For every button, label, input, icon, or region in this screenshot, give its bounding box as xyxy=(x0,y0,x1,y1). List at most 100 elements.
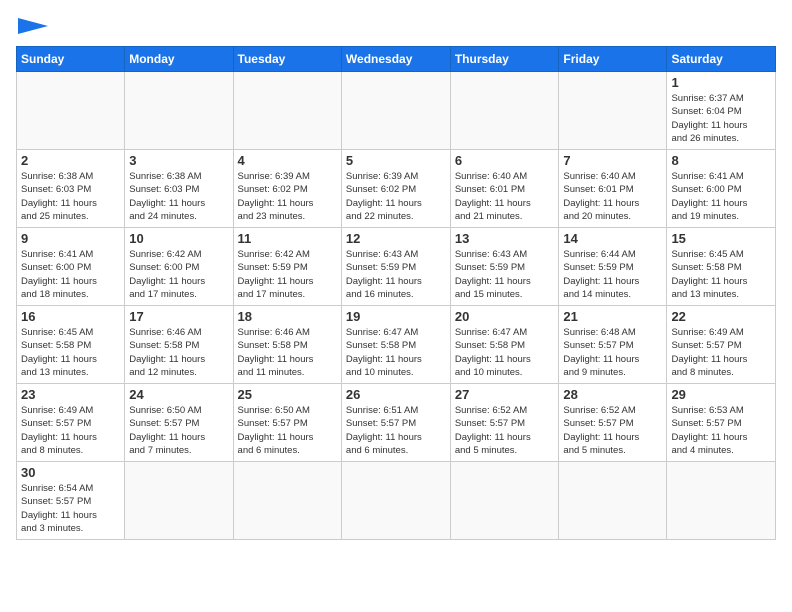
header-cell-friday: Friday xyxy=(559,47,667,72)
day-number: 19 xyxy=(346,309,446,324)
day-number: 5 xyxy=(346,153,446,168)
day-cell xyxy=(341,462,450,540)
day-info: Sunrise: 6:43 AM Sunset: 5:59 PM Dayligh… xyxy=(346,248,446,301)
day-cell xyxy=(341,72,450,150)
day-info: Sunrise: 6:54 AM Sunset: 5:57 PM Dayligh… xyxy=(21,482,120,535)
day-cell: 30Sunrise: 6:54 AM Sunset: 5:57 PM Dayli… xyxy=(17,462,125,540)
day-number: 21 xyxy=(563,309,662,324)
day-info: Sunrise: 6:42 AM Sunset: 5:59 PM Dayligh… xyxy=(238,248,337,301)
day-cell: 28Sunrise: 6:52 AM Sunset: 5:57 PM Dayli… xyxy=(559,384,667,462)
day-cell: 19 Sunrise: 6:47 AM Sunset: 5:58 PM Dayli… xyxy=(341,306,450,384)
day-cell: 16Sunrise: 6:45 AM Sunset: 5:58 PM Dayli… xyxy=(17,306,125,384)
header-row: SundayMondayTuesdayWednesdayThursdayFrid… xyxy=(17,47,776,72)
day-cell: 23 Sunrise: 6:49 AM Sunset: 5:57 PM Dayli… xyxy=(17,384,125,462)
calendar-body: 1Sunrise: 6:37 AM Sunset: 6:04 PM Daylig… xyxy=(17,72,776,540)
day-info: Sunrise: 6:52 AM Sunset: 5:57 PM Dayligh… xyxy=(455,404,555,457)
day-cell xyxy=(450,72,559,150)
day-cell: 14 Sunrise: 6:44 AM Sunset: 5:59 PM Dayli… xyxy=(559,228,667,306)
day-number: 25 xyxy=(238,387,337,402)
day-info: Sunrise: 6:47 AM Sunset: 5:58 PM Dayligh… xyxy=(346,326,446,379)
header-cell-thursday: Thursday xyxy=(450,47,559,72)
day-cell: 26 Sunrise: 6:51 AM Sunset: 5:57 PM Dayli… xyxy=(341,384,450,462)
header-cell-wednesday: Wednesday xyxy=(341,47,450,72)
header-cell-tuesday: Tuesday xyxy=(233,47,341,72)
week-row-1: 1Sunrise: 6:37 AM Sunset: 6:04 PM Daylig… xyxy=(17,72,776,150)
day-cell: 10 Sunrise: 6:42 AM Sunset: 6:00 PM Dayli… xyxy=(125,228,233,306)
day-cell xyxy=(125,72,233,150)
day-info: Sunrise: 6:45 AM Sunset: 5:58 PM Dayligh… xyxy=(671,248,771,301)
day-info: Sunrise: 6:38 AM Sunset: 6:03 PM Dayligh… xyxy=(129,170,228,223)
day-cell xyxy=(17,72,125,150)
day-cell: 25 Sunrise: 6:50 AM Sunset: 5:57 PM Dayli… xyxy=(233,384,341,462)
day-info: Sunrise: 6:46 AM Sunset: 5:58 PM Dayligh… xyxy=(129,326,228,379)
day-number: 14 xyxy=(563,231,662,246)
day-cell: 21 Sunrise: 6:48 AM Sunset: 5:57 PM Dayli… xyxy=(559,306,667,384)
day-cell: 17 Sunrise: 6:46 AM Sunset: 5:58 PM Dayli… xyxy=(125,306,233,384)
day-cell: 6 Sunrise: 6:40 AM Sunset: 6:01 PM Daylig… xyxy=(450,150,559,228)
header-cell-monday: Monday xyxy=(125,47,233,72)
week-row-4: 16Sunrise: 6:45 AM Sunset: 5:58 PM Dayli… xyxy=(17,306,776,384)
day-cell: 3 Sunrise: 6:38 AM Sunset: 6:03 PM Daylig… xyxy=(125,150,233,228)
day-info: Sunrise: 6:41 AM Sunset: 6:00 PM Dayligh… xyxy=(21,248,120,301)
day-cell: 20Sunrise: 6:47 AM Sunset: 5:58 PM Dayli… xyxy=(450,306,559,384)
day-number: 24 xyxy=(129,387,228,402)
week-row-5: 23 Sunrise: 6:49 AM Sunset: 5:57 PM Dayli… xyxy=(17,384,776,462)
day-number: 12 xyxy=(346,231,446,246)
page-header xyxy=(16,16,776,34)
day-info: Sunrise: 6:52 AM Sunset: 5:57 PM Dayligh… xyxy=(563,404,662,457)
day-cell xyxy=(559,72,667,150)
day-cell: 22 Sunrise: 6:49 AM Sunset: 5:57 PM Dayli… xyxy=(667,306,776,384)
day-cell: 13Sunrise: 6:43 AM Sunset: 5:59 PM Dayli… xyxy=(450,228,559,306)
day-cell: 9Sunrise: 6:41 AM Sunset: 6:00 PM Daylig… xyxy=(17,228,125,306)
day-number: 6 xyxy=(455,153,555,168)
day-cell xyxy=(450,462,559,540)
day-number: 4 xyxy=(238,153,337,168)
day-info: Sunrise: 6:38 AM Sunset: 6:03 PM Dayligh… xyxy=(21,170,120,223)
day-cell: 15Sunrise: 6:45 AM Sunset: 5:58 PM Dayli… xyxy=(667,228,776,306)
day-number: 1 xyxy=(671,75,771,90)
day-cell xyxy=(233,462,341,540)
day-cell xyxy=(559,462,667,540)
day-number: 23 xyxy=(21,387,120,402)
day-cell: 2Sunrise: 6:38 AM Sunset: 6:03 PM Daylig… xyxy=(17,150,125,228)
day-cell xyxy=(233,72,341,150)
day-number: 7 xyxy=(563,153,662,168)
day-info: Sunrise: 6:43 AM Sunset: 5:59 PM Dayligh… xyxy=(455,248,555,301)
day-cell: 7 Sunrise: 6:40 AM Sunset: 6:01 PM Daylig… xyxy=(559,150,667,228)
day-info: Sunrise: 6:46 AM Sunset: 5:58 PM Dayligh… xyxy=(238,326,337,379)
day-number: 26 xyxy=(346,387,446,402)
day-number: 20 xyxy=(455,309,555,324)
week-row-6: 30Sunrise: 6:54 AM Sunset: 5:57 PM Dayli… xyxy=(17,462,776,540)
day-number: 3 xyxy=(129,153,228,168)
day-info: Sunrise: 6:39 AM Sunset: 6:02 PM Dayligh… xyxy=(238,170,337,223)
day-info: Sunrise: 6:50 AM Sunset: 5:57 PM Dayligh… xyxy=(129,404,228,457)
day-info: Sunrise: 6:50 AM Sunset: 5:57 PM Dayligh… xyxy=(238,404,337,457)
day-info: Sunrise: 6:45 AM Sunset: 5:58 PM Dayligh… xyxy=(21,326,120,379)
day-info: Sunrise: 6:42 AM Sunset: 6:00 PM Dayligh… xyxy=(129,248,228,301)
day-number: 27 xyxy=(455,387,555,402)
logo xyxy=(16,16,48,34)
day-info: Sunrise: 6:53 AM Sunset: 5:57 PM Dayligh… xyxy=(671,404,771,457)
day-cell: 11Sunrise: 6:42 AM Sunset: 5:59 PM Dayli… xyxy=(233,228,341,306)
day-number: 22 xyxy=(671,309,771,324)
day-cell: 8Sunrise: 6:41 AM Sunset: 6:00 PM Daylig… xyxy=(667,150,776,228)
day-number: 18 xyxy=(238,309,337,324)
day-number: 10 xyxy=(129,231,228,246)
calendar-header: SundayMondayTuesdayWednesdayThursdayFrid… xyxy=(17,47,776,72)
day-info: Sunrise: 6:40 AM Sunset: 6:01 PM Dayligh… xyxy=(455,170,555,223)
day-cell: 4 Sunrise: 6:39 AM Sunset: 6:02 PM Daylig… xyxy=(233,150,341,228)
day-info: Sunrise: 6:48 AM Sunset: 5:57 PM Dayligh… xyxy=(563,326,662,379)
day-cell: 18 Sunrise: 6:46 AM Sunset: 5:58 PM Dayli… xyxy=(233,306,341,384)
day-info: Sunrise: 6:44 AM Sunset: 5:59 PM Dayligh… xyxy=(563,248,662,301)
day-info: Sunrise: 6:41 AM Sunset: 6:00 PM Dayligh… xyxy=(671,170,771,223)
day-info: Sunrise: 6:40 AM Sunset: 6:01 PM Dayligh… xyxy=(563,170,662,223)
day-cell: 24 Sunrise: 6:50 AM Sunset: 5:57 PM Dayli… xyxy=(125,384,233,462)
day-info: Sunrise: 6:51 AM Sunset: 5:57 PM Dayligh… xyxy=(346,404,446,457)
day-info: Sunrise: 6:49 AM Sunset: 5:57 PM Dayligh… xyxy=(671,326,771,379)
day-cell xyxy=(667,462,776,540)
day-info: Sunrise: 6:49 AM Sunset: 5:57 PM Dayligh… xyxy=(21,404,120,457)
day-info: Sunrise: 6:39 AM Sunset: 6:02 PM Dayligh… xyxy=(346,170,446,223)
day-cell: 1Sunrise: 6:37 AM Sunset: 6:04 PM Daylig… xyxy=(667,72,776,150)
day-number: 17 xyxy=(129,309,228,324)
day-cell xyxy=(125,462,233,540)
